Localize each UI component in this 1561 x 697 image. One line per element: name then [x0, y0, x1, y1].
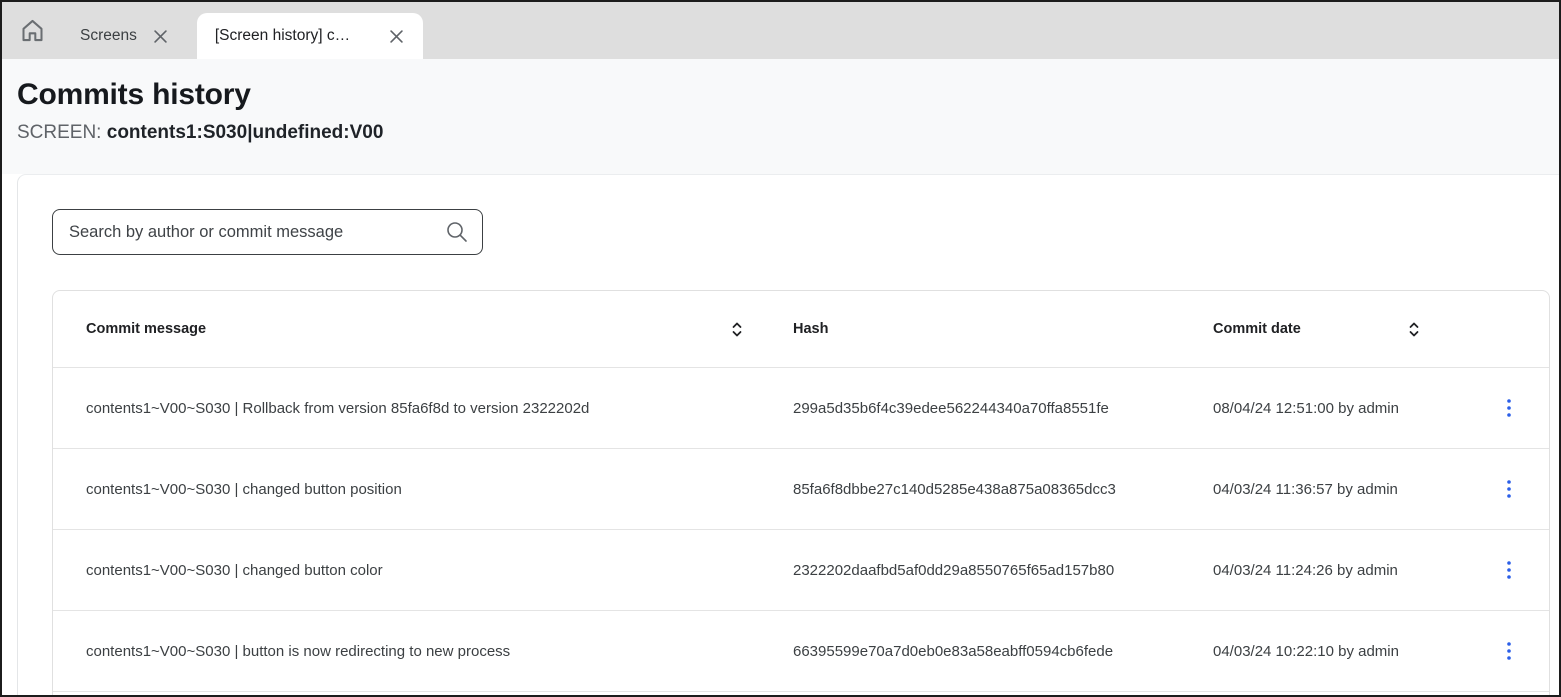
- close-icon[interactable]: [153, 28, 169, 44]
- search-icon[interactable]: [445, 220, 469, 244]
- sort-icon[interactable]: [1408, 322, 1420, 337]
- row-actions: [1500, 636, 1549, 666]
- commit-message-cell: contents1~V00~S030 | changed button colo…: [53, 562, 793, 579]
- home-button[interactable]: [14, 13, 50, 49]
- tab-screen-history-label: [Screen history] c…: [215, 27, 373, 45]
- row-actions: [1500, 555, 1549, 585]
- commit-date-cell: 04/03/24 10:22:10 by admin: [1213, 643, 1500, 660]
- table-row: contents1~V00~S030 | Rollback from versi…: [53, 367, 1549, 448]
- tab-bar: Screens [Screen history] c…: [2, 2, 1559, 59]
- kebab-menu-icon[interactable]: [1500, 474, 1518, 504]
- hash-cell: 299a5d35b6f4c39edee562244340a70ffa8551fe: [793, 400, 1213, 417]
- table-row: contents1~V00~S030 | changed button colo…: [53, 529, 1549, 610]
- tab-screen-history[interactable]: [Screen history] c…: [197, 13, 423, 59]
- commit-date-cell: 04/03/24 11:36:57 by admin: [1213, 481, 1500, 498]
- row-actions: [1500, 474, 1549, 504]
- table-header-row: Commit message Hash Commit date: [53, 291, 1549, 367]
- app-window: Screens [Screen history] c… Commits hist…: [0, 0, 1561, 697]
- column-header-commit-message[interactable]: Commit message: [53, 321, 793, 337]
- search-box[interactable]: [52, 209, 483, 255]
- commits-table: Commit message Hash Commit date: [52, 290, 1550, 695]
- commit-date-cell: 04/03/24 11:24:26 by admin: [1213, 562, 1500, 579]
- screen-subtitle: SCREEN: contents1:S030|undefined:V00: [17, 122, 1543, 144]
- column-header-commit-date[interactable]: Commit date: [1213, 321, 1500, 337]
- column-label: Hash: [793, 321, 828, 337]
- commit-message-cell: contents1~V00~S030 | changed button posi…: [53, 481, 793, 498]
- content-panel: Commit message Hash Commit date: [17, 174, 1559, 695]
- home-icon: [19, 17, 46, 44]
- table-row: contents1~V00~S030 | changed button posi…: [53, 448, 1549, 529]
- kebab-menu-icon[interactable]: [1500, 555, 1518, 585]
- table-row: contents1~V00~S030 | button is now redir…: [53, 610, 1549, 691]
- table-row-partial: [53, 691, 1549, 695]
- close-icon[interactable]: [389, 28, 405, 44]
- search-input[interactable]: [69, 223, 445, 242]
- commit-message-cell: contents1~V00~S030 | Rollback from versi…: [53, 400, 793, 417]
- kebab-menu-icon[interactable]: [1500, 393, 1518, 423]
- hash-cell: 85fa6f8dbbe27c140d5285e438a875a08365dcc3: [793, 481, 1213, 498]
- hash-cell: 2322202daafbd5af0dd29a8550765f65ad157b80: [793, 562, 1213, 579]
- sort-icon[interactable]: [731, 322, 743, 337]
- page-header: Commits history SCREEN: contents1:S030|u…: [2, 59, 1559, 174]
- column-label: Commit message: [86, 321, 206, 337]
- kebab-menu-icon[interactable]: [1500, 636, 1518, 666]
- row-actions: [1500, 393, 1549, 423]
- tab-screens[interactable]: Screens: [62, 13, 187, 59]
- screen-label: SCREEN:: [17, 122, 101, 143]
- column-header-hash: Hash: [793, 321, 1213, 337]
- screen-value: contents1:S030|undefined:V00: [107, 122, 384, 143]
- commit-message-cell: contents1~V00~S030 | button is now redir…: [53, 643, 793, 660]
- hash-cell: 66395599e70a7d0eb0e83a58eabff0594cb6fede: [793, 643, 1213, 660]
- commit-date-cell: 08/04/24 12:51:00 by admin: [1213, 400, 1500, 417]
- page-title: Commits history: [17, 76, 1543, 114]
- column-label: Commit date: [1213, 321, 1301, 337]
- tab-screens-label: Screens: [80, 27, 137, 45]
